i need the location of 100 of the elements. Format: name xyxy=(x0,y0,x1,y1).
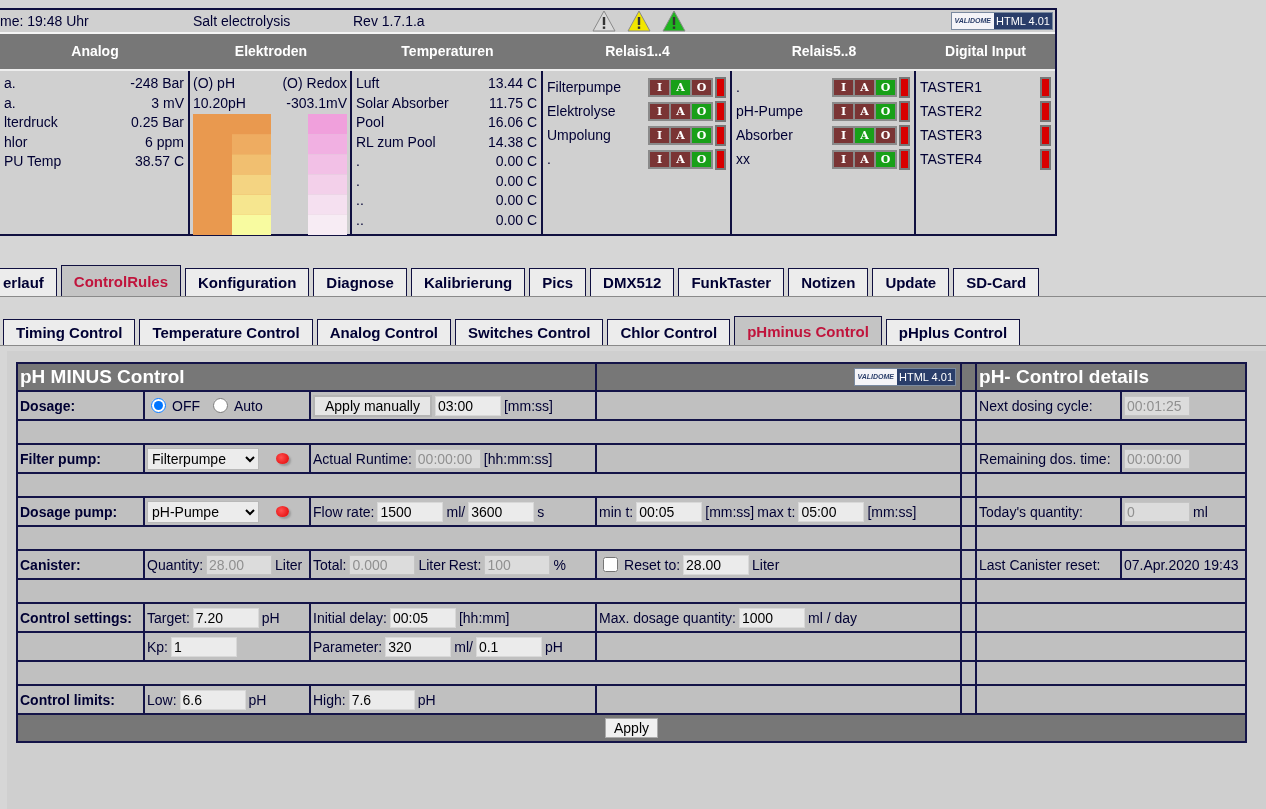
input-field[interactable]: 00:05 xyxy=(636,501,703,522)
field-text: [hh:mm] xyxy=(458,609,510,626)
main-tab[interactable]: DMX512 xyxy=(590,268,675,296)
main-tab[interactable]: ControlRules xyxy=(60,265,182,296)
input-field[interactable]: 0.1 xyxy=(475,636,542,657)
sub-tab[interactable]: Temperature Control xyxy=(139,319,313,345)
row-label: Canister: xyxy=(20,556,81,573)
mode-button[interactable]: I xyxy=(834,79,853,95)
relay-name: . xyxy=(736,79,741,95)
mode-button[interactable]: A xyxy=(855,103,874,119)
mode-button[interactable]: I xyxy=(834,151,853,167)
mode-button[interactable]: A xyxy=(855,79,874,95)
input-name: TASTER4 xyxy=(920,151,983,167)
main-tab[interactable]: erlauf xyxy=(0,268,57,296)
input-field[interactable]: 320 xyxy=(385,636,452,657)
main-tab[interactable]: FunkTaster xyxy=(678,268,785,296)
sub-tab[interactable]: Analog Control xyxy=(316,319,451,345)
field-text: min t: xyxy=(599,503,634,520)
field-text: Reset to: xyxy=(624,556,681,573)
checkbox[interactable] xyxy=(603,557,619,572)
sensor-name: .. xyxy=(356,191,364,210)
input-field[interactable]: 6.6 xyxy=(179,689,246,710)
mode-button[interactable]: A xyxy=(671,127,690,143)
row-label: Dosage: xyxy=(20,397,76,414)
sensor-name: RL zum Pool xyxy=(356,132,436,152)
main-tab[interactable]: Diagnose xyxy=(313,268,407,296)
detail-label: Last Canister reset: xyxy=(979,556,1101,573)
main-tab[interactable]: Pics xyxy=(529,268,587,296)
field-text: Max. dosage quantity: xyxy=(599,609,736,626)
mode-button[interactable]: A xyxy=(855,151,874,167)
input-field[interactable]: 05:00 xyxy=(798,501,865,522)
sub-tab[interactable]: Chlor Control xyxy=(607,319,731,345)
apply-button[interactable]: Apply xyxy=(605,718,659,738)
mode-button[interactable]: I xyxy=(650,79,669,95)
field-text: [mm:ss] xyxy=(503,397,553,414)
sensor-value: 3 mV xyxy=(151,93,184,113)
sensor-value: 0.00 C xyxy=(495,171,537,191)
field-text: Initial delay: xyxy=(313,609,387,626)
input-name: TASTER2 xyxy=(920,103,983,119)
sensor-value: 14.38 C xyxy=(487,132,537,152)
pump-select[interactable]: pH-Pumpe xyxy=(147,500,259,523)
input-field[interactable]: 03:00 xyxy=(434,395,501,416)
input-field[interactable]: 7.6 xyxy=(348,689,415,710)
sensor-name: .. xyxy=(356,210,364,230)
sensor-value: 10.20pH xyxy=(193,93,246,113)
field-text: ml/ xyxy=(446,503,466,520)
sensor-name: Luft xyxy=(356,74,380,93)
input-field[interactable]: 1500 xyxy=(377,501,444,522)
input-field[interactable]: 3600 xyxy=(468,501,535,522)
mode-button[interactable]: I xyxy=(650,103,669,119)
radio-button[interactable] xyxy=(151,398,166,413)
field-text: pH xyxy=(261,609,280,626)
mode-button[interactable]: O xyxy=(876,127,895,143)
field-text: ml/ xyxy=(454,638,473,655)
main-tab[interactable]: Notizen xyxy=(788,268,869,296)
mode-button[interactable]: A xyxy=(671,103,690,119)
sensor-value: 6 ppm xyxy=(145,132,184,152)
relay-name: Filterpumpe xyxy=(547,79,622,95)
details-title: pH- Control details xyxy=(976,363,1247,391)
main-tab[interactable]: Konfiguration xyxy=(185,268,310,296)
sub-tab[interactable]: Switches Control xyxy=(454,319,604,345)
field-text: Kp: xyxy=(147,638,168,655)
field-text: s xyxy=(537,503,545,520)
field-text: [mm:ss] xyxy=(705,503,755,520)
sensor-name: Solar Absorber xyxy=(356,93,449,113)
field-text: Target: xyxy=(147,609,190,626)
sensor-name: (O) Redox xyxy=(282,74,347,93)
field-text: Liter xyxy=(418,556,446,573)
column-header: Digital Input xyxy=(916,34,1055,71)
apply-manually-button[interactable]: Apply manually xyxy=(313,394,432,417)
mode-button[interactable]: O xyxy=(692,79,711,95)
input-field[interactable]: 00:05 xyxy=(389,607,456,628)
column-header: Elektroden xyxy=(190,34,352,71)
field-text: pH xyxy=(417,691,436,708)
input-field[interactable]: 1 xyxy=(171,636,237,657)
sensor-name: . xyxy=(356,152,360,171)
main-tab[interactable]: Update xyxy=(872,268,950,296)
sub-tab[interactable]: pHminus Control xyxy=(734,316,882,345)
field-text: Quantity: xyxy=(147,556,204,573)
sub-tab[interactable]: Timing Control xyxy=(3,319,136,345)
main-tab[interactable]: SD-Card xyxy=(953,268,1040,296)
radio-button[interactable] xyxy=(213,398,228,413)
system-title: Salt electrolysis xyxy=(193,13,292,29)
radio-label: Auto xyxy=(234,397,263,414)
pump-select[interactable]: Filterpumpe xyxy=(147,447,259,470)
mode-button[interactable]: I xyxy=(650,127,669,143)
field-text: Actual Runtime: xyxy=(313,450,412,467)
mode-button[interactable]: A xyxy=(671,151,690,167)
input-field[interactable]: 1000 xyxy=(739,607,805,628)
relay-name: xx xyxy=(736,151,751,167)
main-tab[interactable]: Kalibrierung xyxy=(410,268,526,296)
mode-button[interactable]: I xyxy=(834,127,853,143)
sub-tab[interactable]: pHplus Control xyxy=(885,319,1021,345)
mode-button[interactable]: I xyxy=(650,151,669,167)
sensor-value: 11.75 C xyxy=(489,93,537,113)
row-label: Dosage pump: xyxy=(20,503,118,520)
input-field[interactable]: 7.20 xyxy=(192,607,259,628)
input-field[interactable]: 28.00 xyxy=(683,554,750,575)
mode-button[interactable]: I xyxy=(834,103,853,119)
field-text: pH xyxy=(248,691,267,708)
